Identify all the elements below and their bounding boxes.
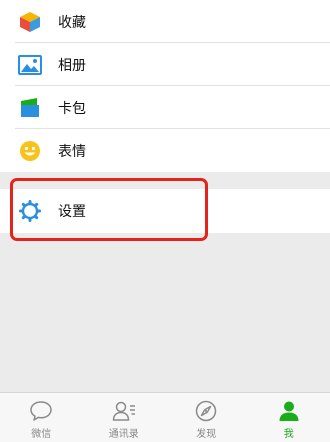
card-wallet-icon (18, 96, 42, 120)
tab-chats[interactable]: 微信 (0, 393, 83, 442)
menu-item-album[interactable]: 相册 (0, 43, 330, 86)
tab-discover[interactable]: 发现 (165, 393, 248, 442)
emoji-smiley-icon (18, 139, 42, 163)
person-icon (277, 399, 301, 423)
tab-label: 微信 (31, 429, 52, 440)
settings-label: 设置 (58, 204, 86, 220)
menu-item-label: 表情 (58, 143, 86, 160)
menu-item-card-wallet[interactable]: 卡包 (0, 86, 330, 129)
settings-group: 设置 (0, 189, 330, 233)
menu-item-label: 卡包 (58, 100, 86, 117)
tab-label: 我 (283, 429, 294, 440)
album-image-icon (18, 53, 42, 77)
tab-me[interactable]: 我 (248, 393, 330, 442)
bottom-tab-bar: 微信 通讯录 发现 我 (0, 392, 330, 442)
menu-item-label: 收藏 (58, 14, 86, 31)
me-screen: 收藏 相册 卡包 表情 设置 微信 通讯录 发现 我 (0, 0, 330, 442)
tab-label: 发现 (196, 429, 217, 440)
contacts-icon (112, 399, 136, 423)
settings-gear-icon (18, 199, 42, 223)
compass-icon (194, 399, 218, 423)
menu-item-favorites[interactable]: 收藏 (0, 0, 330, 43)
menu-item-settings[interactable]: 设置 (0, 189, 330, 233)
menu-item-label: 相册 (58, 57, 86, 74)
tab-label: 通讯录 (108, 429, 139, 440)
menu-item-emoji[interactable]: 表情 (0, 129, 330, 172)
menu-group: 收藏 相册 卡包 表情 (0, 0, 330, 172)
tab-contacts[interactable]: 通讯录 (83, 393, 166, 442)
chat-bubble-icon (29, 399, 53, 423)
favorites-cube-icon (18, 10, 42, 34)
